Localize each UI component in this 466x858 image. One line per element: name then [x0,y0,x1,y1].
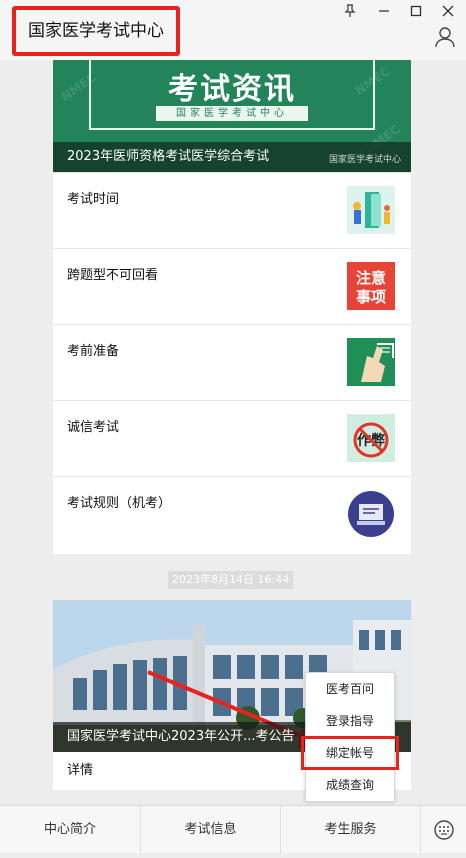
pin-icon[interactable] [340,4,360,22]
user-icon[interactable] [434,26,456,48]
notice-icon: 注意 事项 [347,262,395,310]
article-title: 诚信考试 [67,420,120,435]
article-title: 跨题型不可回看 [67,268,159,283]
exam-time-icon [347,186,395,234]
article-title: 考前准备 [67,344,120,359]
article-card: NMEC NMEC NMEC 考试资讯 国家医学考试中心 2023年医师资格考试… [53,60,411,554]
no-cheating-icon: 作弊 [347,414,395,462]
list-item[interactable]: 诚信考试 作弊 [53,400,411,476]
list-item[interactable]: 考试时间 [53,172,411,248]
hand-note-icon [347,338,395,386]
minimize-icon[interactable] [374,4,394,22]
keyboard-icon[interactable] [420,806,466,854]
list-item[interactable]: 考试规则（机考） [53,476,411,552]
article-title: 考试时间 [67,192,120,207]
menu-item-login-guide[interactable]: 登录指导 [306,705,394,737]
article-banner[interactable]: NMEC NMEC NMEC 考试资讯 国家医学考试中心 2023年医师资格考试… [53,60,411,172]
tab-candidate-service[interactable]: 考生服务 [280,806,420,854]
source-label: 国家医学考试中心 [328,155,401,165]
article-title: 考试规则（机考） [67,496,172,511]
menu-item-score-query[interactable]: 成绩查询 [306,769,394,801]
banner-title: 考试资讯 [168,72,296,107]
window-title: 国家医学考试中心 [12,6,180,56]
menu-item-faq[interactable]: 医考百问 [306,673,394,705]
list-item[interactable]: 跨题型不可回看 注意 事项 [53,248,411,324]
menu-item-bind-account[interactable]: 绑定帐号 [301,736,399,770]
computer-exam-icon [347,490,395,538]
close-icon[interactable] [438,4,458,22]
svg-text:事项: 事项 [356,288,386,306]
list-item[interactable]: 考前准备 [53,324,411,400]
tab-center-intro[interactable]: 中心简介 [0,806,140,854]
tab-exam-info[interactable]: 考试信息 [140,806,280,854]
banner-subtitle: 国家医学考试中心 [156,106,308,121]
message-timestamp: 2023年8月14日 16:44 [168,571,294,589]
maximize-icon[interactable] [406,4,426,22]
service-popup-menu: 医考百问 登录指导 绑定帐号 成绩查询 [301,672,399,802]
title-bar: 国家医学考试中心 [0,0,466,60]
svg-text:注意: 注意 [356,269,386,287]
bottom-menu-bar: 中心简介 考试信息 考生服务 [0,805,466,854]
